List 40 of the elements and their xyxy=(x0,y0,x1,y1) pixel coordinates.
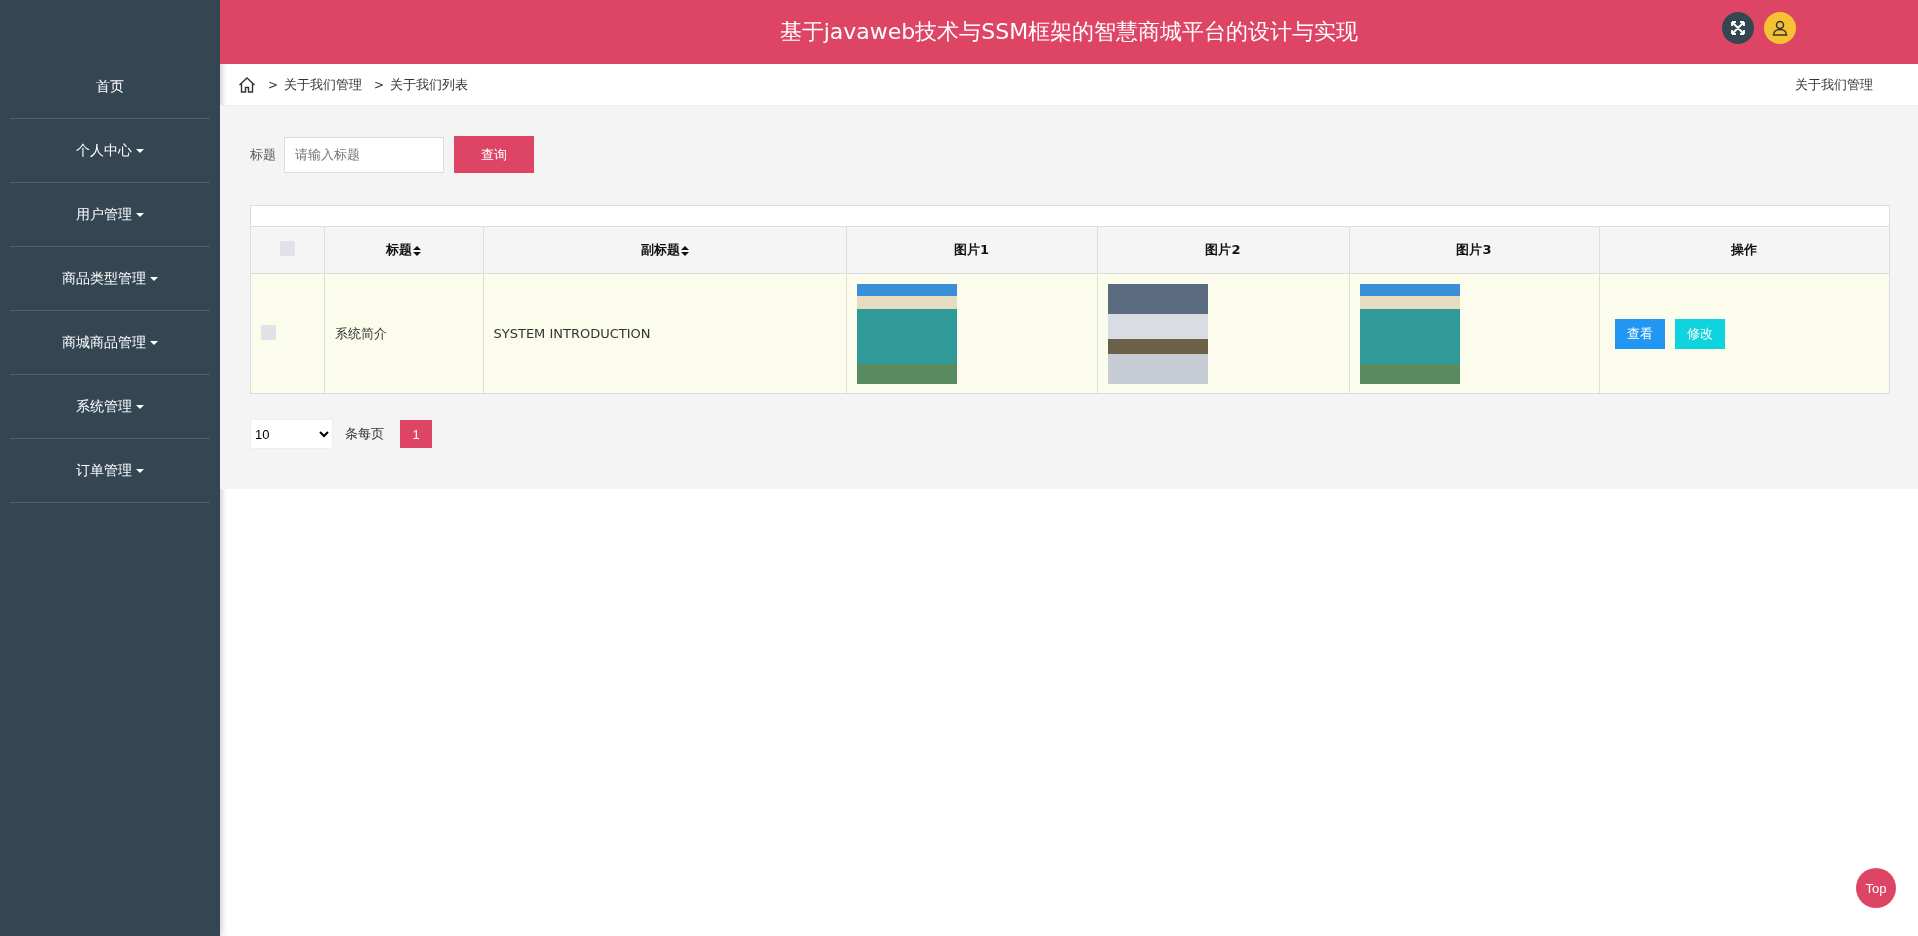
caret-icon xyxy=(136,212,144,217)
sort-icon[interactable] xyxy=(680,245,689,256)
sidebar-item[interactable]: 个人中心 xyxy=(10,119,210,183)
sort-icon[interactable] xyxy=(413,245,421,256)
column-header[interactable]: 标题 xyxy=(324,226,483,274)
caret-icon xyxy=(136,468,144,473)
breadcrumb-link[interactable]: 关于我们列表 xyxy=(390,75,469,94)
sidebar-item[interactable]: 首页 xyxy=(10,55,210,119)
title-search-field[interactable]: 请输入标题 xyxy=(284,136,444,173)
title-label: 标题 xyxy=(250,145,276,164)
column-header[interactable]: 副标题 xyxy=(483,226,846,274)
sidebar-item[interactable]: 商城商品管理 xyxy=(10,311,210,375)
table-cell: 系统简介 xyxy=(324,273,483,393)
search-button[interactable]: 查询 xyxy=(454,136,534,173)
fullscreen-icon[interactable] xyxy=(1722,12,1754,44)
site-title: 基于javaweb技术与SSM框架的智慧商城平台的设计与实现 xyxy=(779,18,1359,46)
home-icon[interactable] xyxy=(238,75,256,94)
sidebar-item[interactable]: 订单管理 xyxy=(10,439,210,503)
caret-icon xyxy=(136,404,144,409)
user-icon[interactable] xyxy=(1764,12,1796,44)
back-to-top-button[interactable]: Top xyxy=(1856,868,1896,908)
per-page-label: 条每页 xyxy=(345,425,384,443)
page-button[interactable]: 1 xyxy=(400,420,432,448)
breadcrumb-separator: > xyxy=(374,77,385,92)
page-title: 关于我们管理 xyxy=(1795,75,1873,94)
column-header[interactable]: 操作 xyxy=(1599,226,1889,274)
sidebar-item[interactable]: 商品类型管理 xyxy=(10,247,210,311)
row-checkbox[interactable] xyxy=(261,324,276,340)
column-header[interactable]: 图片1 xyxy=(846,226,1097,274)
caret-icon xyxy=(150,340,158,345)
column-header[interactable]: 图片3 xyxy=(1349,226,1599,274)
breadcrumb-link[interactable]: 关于我们管理 xyxy=(284,75,363,94)
table-cell: SYSTEM INTRODUCTION xyxy=(483,273,846,393)
breadcrumb-separator: > xyxy=(268,77,279,92)
sidebar-item[interactable]: 系统管理 xyxy=(10,375,210,439)
sidebar-item[interactable]: 用户管理 xyxy=(10,183,210,247)
page-size-select[interactable]: 10 xyxy=(250,419,333,449)
column-header[interactable]: 图片2 xyxy=(1097,226,1349,274)
caret-icon xyxy=(136,148,144,153)
caret-icon xyxy=(150,276,158,281)
